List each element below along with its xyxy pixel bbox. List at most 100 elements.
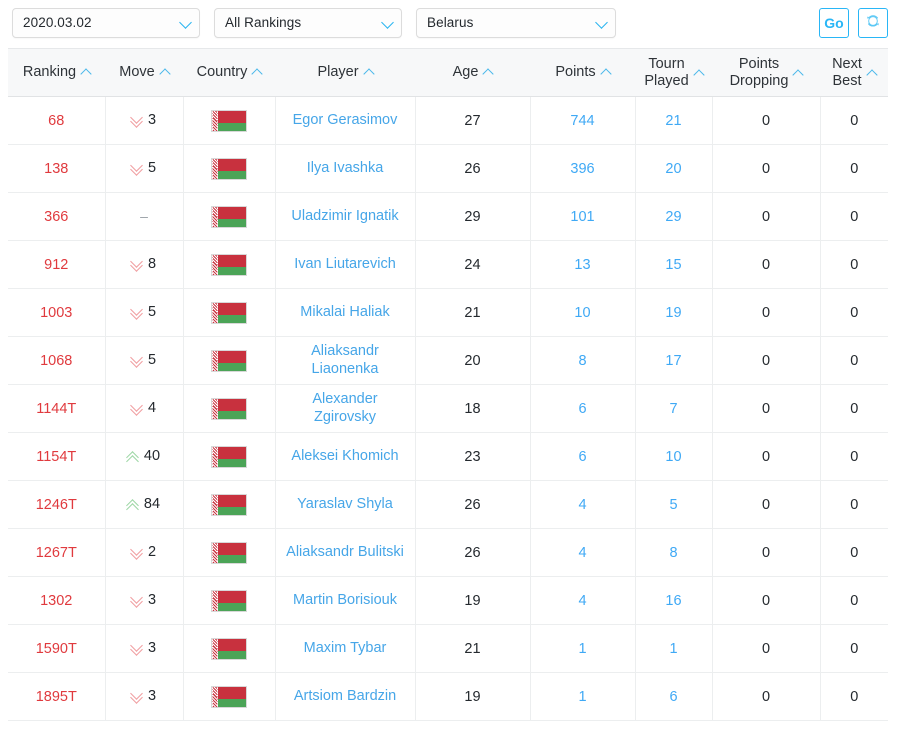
cell-ranking: 1895T <box>8 672 106 721</box>
age-value: 26 <box>464 160 481 177</box>
next-best-value: 0 <box>850 448 859 465</box>
age-value: 26 <box>464 496 481 513</box>
ranking-value: 1590T <box>35 640 77 657</box>
points-link[interactable]: 8 <box>578 353 586 369</box>
country-flag-belarus <box>211 493 247 516</box>
rankings-type-select[interactable]: All Rankings <box>214 8 402 38</box>
column-header-points[interactable]: Points <box>530 48 635 97</box>
player-link[interactable]: Uladzimir Ignatik <box>291 208 398 226</box>
points-link[interactable]: 13 <box>574 257 590 273</box>
column-label-points-dropping-line1: Points <box>738 56 780 73</box>
points-link[interactable]: 4 <box>578 497 586 513</box>
points-dropping-value: 0 <box>761 352 771 369</box>
tourn-played-link[interactable]: 17 <box>665 353 681 369</box>
tourn-played-link[interactable]: 20 <box>665 161 681 177</box>
tourn-played-link[interactable]: 19 <box>665 305 681 321</box>
cell-player: Alexander Zgirovsky <box>275 384 416 433</box>
column-header-next-best[interactable]: Next Best <box>820 48 888 97</box>
player-link[interactable]: Martin Borisiouk <box>293 592 397 610</box>
player-link[interactable]: Aleksei Khomich <box>291 448 398 466</box>
points-dropping-value: 0 <box>761 448 771 465</box>
cell-points-dropping: 0 <box>712 288 821 337</box>
tourn-played-link[interactable]: 7 <box>669 401 677 417</box>
reset-button[interactable] <box>858 8 888 38</box>
chevron-double-down-icon <box>130 591 143 609</box>
tourn-played-link[interactable]: 8 <box>669 545 677 561</box>
ranking-value: 1003 <box>40 304 73 321</box>
column-header-country[interactable]: Country <box>183 48 275 97</box>
points-link[interactable]: 4 <box>578 545 586 561</box>
go-button[interactable]: Go <box>819 8 849 38</box>
player-link[interactable]: Aliaksandr Liaonenka <box>282 343 409 378</box>
points-link[interactable]: 396 <box>570 161 594 177</box>
player-link[interactable]: Alexander Zgirovsky <box>282 391 409 426</box>
next-best-value: 0 <box>850 544 859 561</box>
tourn-played-link[interactable]: 10 <box>665 449 681 465</box>
rankings-table-wrapper: Ranking Move Country Player Age Points T… <box>8 48 888 721</box>
column-label-ranking: Ranking <box>22 64 77 81</box>
player-link[interactable]: Yaraslav Shyla <box>297 496 393 514</box>
cell-move: 4 <box>105 384 184 433</box>
chevron-up-icon <box>159 68 171 81</box>
points-link[interactable]: 6 <box>578 401 586 417</box>
column-header-player[interactable]: Player <box>275 48 415 97</box>
cell-next-best: 0 <box>820 288 888 337</box>
cell-age: 29 <box>415 192 531 241</box>
tourn-played-link[interactable]: 21 <box>665 113 681 129</box>
player-link[interactable]: Ilya Ivashka <box>307 160 384 178</box>
points-link[interactable]: 101 <box>570 209 594 225</box>
tourn-played-link[interactable]: 5 <box>669 497 677 513</box>
cell-country <box>183 192 276 241</box>
player-link[interactable]: Ivan Liutarevich <box>294 256 396 274</box>
cell-points-dropping: 0 <box>712 480 821 529</box>
cell-ranking: 68 <box>8 96 106 145</box>
move-value: 5 <box>147 303 157 320</box>
country-select[interactable]: Belarus <box>416 8 616 38</box>
next-best-value: 0 <box>850 352 859 369</box>
column-header-ranking[interactable]: Ranking <box>8 48 105 97</box>
cell-age: 23 <box>415 432 531 481</box>
points-dropping-value: 0 <box>761 496 771 513</box>
tourn-played-link[interactable]: 6 <box>669 689 677 705</box>
column-header-move[interactable]: Move <box>105 48 183 97</box>
points-link[interactable]: 1 <box>578 641 586 657</box>
column-label-age: Age <box>452 64 479 81</box>
column-label-next-best-line1: Next <box>832 56 862 73</box>
age-value: 27 <box>464 112 481 129</box>
points-link[interactable]: 744 <box>570 113 594 129</box>
cell-country <box>183 384 276 433</box>
cell-points-dropping: 0 <box>712 576 821 625</box>
chevron-up-icon <box>866 68 878 81</box>
column-header-points-dropping[interactable]: Points Dropping <box>712 48 820 97</box>
age-value: 18 <box>464 400 481 417</box>
player-link[interactable]: Maxim Tybar <box>304 640 387 658</box>
next-best-value: 0 <box>850 688 859 705</box>
cell-country <box>183 144 276 193</box>
date-select[interactable]: 2020.03.02 <box>12 8 200 38</box>
age-value: 21 <box>464 304 481 321</box>
chevron-up-icon <box>482 68 495 81</box>
player-link[interactable]: Mikalai Haliak <box>300 304 389 322</box>
table-row: 1895T 3 Artsiom Bardzin 19 1 6 0 0 <box>8 672 888 721</box>
tourn-played-link[interactable]: 15 <box>665 257 681 273</box>
chevron-double-up-icon <box>126 450 139 469</box>
points-link[interactable]: 10 <box>574 305 590 321</box>
cell-move: – <box>105 192 184 241</box>
points-link[interactable]: 4 <box>578 593 586 609</box>
cell-move: 5 <box>105 336 184 385</box>
player-link[interactable]: Aliaksandr Bulitski <box>286 544 404 562</box>
player-link[interactable]: Egor Gerasimov <box>293 112 398 130</box>
country-flag-belarus <box>211 445 247 468</box>
tourn-played-link[interactable]: 29 <box>665 209 681 225</box>
column-header-tourn-played[interactable]: Tourn Played <box>635 48 712 97</box>
column-header-age[interactable]: Age <box>415 48 530 97</box>
country-flag-belarus <box>211 349 247 372</box>
move-value: 3 <box>147 687 157 704</box>
player-link[interactable]: Artsiom Bardzin <box>294 688 396 706</box>
tourn-played-link[interactable]: 16 <box>665 593 681 609</box>
points-link[interactable]: 1 <box>578 689 586 705</box>
points-link[interactable]: 6 <box>578 449 586 465</box>
cell-points-dropping: 0 <box>712 432 821 481</box>
tourn-played-link[interactable]: 1 <box>669 641 677 657</box>
move-none: – <box>140 208 148 224</box>
